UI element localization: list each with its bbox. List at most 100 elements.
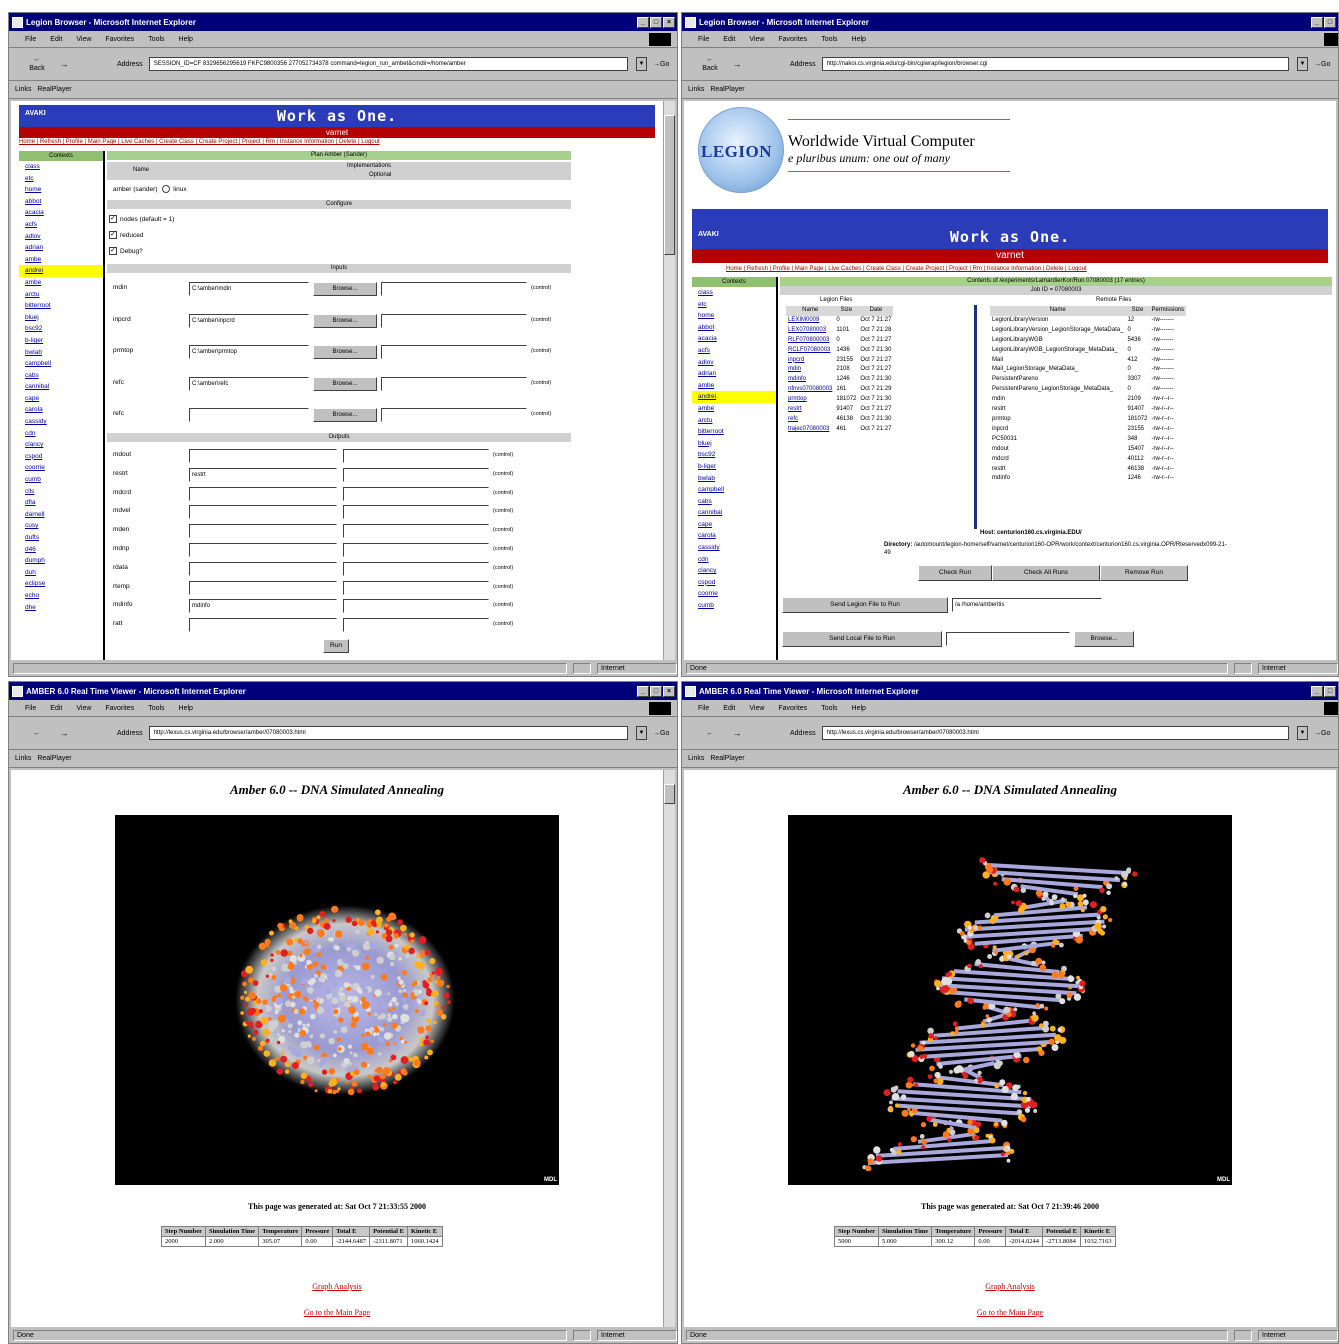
menu-tools[interactable]: Tools	[821, 36, 837, 43]
file-name[interactable]: LEX07080003	[786, 326, 834, 336]
output-remote-field[interactable]	[343, 580, 489, 595]
back-button[interactable]: ← Back	[23, 55, 51, 73]
menu-tools[interactable]: Tools	[148, 705, 164, 712]
sidebar-item[interactable]: carola	[19, 404, 103, 416]
file-name[interactable]: RCLF07080003	[786, 346, 834, 356]
sidebar-item[interactable]: dumph	[19, 555, 103, 567]
sidebar-item[interactable]: ambe	[19, 254, 103, 266]
sidebar-item[interactable]: cassidy	[692, 542, 776, 554]
graph-analysis-link[interactable]: Graph Analysis	[11, 1282, 663, 1291]
nav-links[interactable]: Home | Refresh | Profile | Main Page | L…	[726, 265, 1302, 274]
realplayer-link[interactable]: RealPlayer	[710, 86, 744, 93]
sidebar-item[interactable]: cusy	[19, 520, 103, 532]
check-all-runs-button[interactable]: Check All Runs	[992, 565, 1100, 581]
main-page-link[interactable]: Go to the Main Page	[11, 1308, 663, 1317]
forward-button[interactable]: →	[730, 728, 744, 738]
sidebar-item[interactable]: carola	[692, 530, 776, 542]
sidebar-item[interactable]: cannibal	[692, 507, 776, 519]
vertical-scrollbar[interactable]	[663, 101, 675, 660]
sidebar-item[interactable]: ambe	[19, 277, 103, 289]
linux-radio[interactable]	[162, 185, 171, 194]
sidebar-item[interactable]: cabs	[19, 370, 103, 382]
address-input[interactable]: http://lexus.cs.virginia.edu/browser/amb…	[821, 726, 1289, 740]
go-button[interactable]: →Go	[653, 730, 677, 737]
browse-button[interactable]: Browse...	[1074, 631, 1134, 647]
menu-favorites[interactable]: Favorites	[105, 705, 134, 712]
configure-checkbox[interactable]: ✓	[109, 215, 117, 224]
sidebar-item[interactable]: adlov	[19, 231, 103, 243]
output-path-field[interactable]	[189, 486, 337, 501]
output-remote-field[interactable]	[343, 618, 489, 633]
input-path-field[interactable]: C:\amber\mdin	[189, 282, 309, 296]
output-remote-field[interactable]	[343, 449, 489, 463]
sidebar-item[interactable]: adrian	[692, 368, 776, 380]
sidebar-item[interactable]: bitterroot	[692, 426, 776, 438]
maximize-button[interactable]: □	[1324, 16, 1336, 28]
sidebar-item[interactable]: coorrie	[19, 462, 103, 474]
address-input[interactable]: SESSION_ID=CF 8329656295619 FKFC9800356 …	[148, 57, 628, 71]
menu-edit[interactable]: Edit	[50, 705, 62, 712]
vertical-scrollbar[interactable]	[663, 770, 675, 1327]
sidebar-item[interactable]: clancy	[692, 565, 776, 577]
main-page-link[interactable]: Go to the Main Page	[684, 1308, 1336, 1317]
menu-edit[interactable]: Edit	[723, 36, 735, 43]
sidebar-item[interactable]: b-liger	[692, 461, 776, 473]
input-remote-field[interactable]	[381, 376, 527, 391]
minimize-button[interactable]: _	[1311, 685, 1323, 697]
address-input[interactable]: http://lexus.cs.virginia.edu/browser/amb…	[148, 726, 628, 740]
forward-button[interactable]: →	[57, 59, 71, 69]
address-dropdown[interactable]: ▼	[636, 57, 647, 71]
menu-view[interactable]: View	[76, 705, 91, 712]
sidebar-item[interactable]: clancy	[19, 439, 103, 451]
sidebar-item[interactable]: echo	[19, 590, 103, 602]
sidebar-item[interactable]: acacia	[692, 333, 776, 345]
input-path-field[interactable]	[189, 408, 309, 422]
menu-help[interactable]: Help	[179, 705, 193, 712]
sidebar-item[interactable]: bwlab	[19, 347, 103, 359]
sidebar-item[interactable]: andrei	[692, 391, 776, 403]
go-button[interactable]: →Go	[1314, 61, 1338, 68]
address-dropdown[interactable]: ▼	[636, 726, 647, 740]
minimize-button[interactable]: _	[637, 685, 649, 697]
sidebar-item[interactable]: clls	[19, 486, 103, 498]
close-button[interactable]: ×	[663, 685, 675, 697]
sidebar-item[interactable]: cspod	[19, 451, 103, 463]
sidebar-item[interactable]: cape	[19, 393, 103, 405]
sidebar-item[interactable]: bsc92	[692, 449, 776, 461]
menu-view[interactable]: View	[749, 36, 764, 43]
input-path-field[interactable]: C:\amber\inpcrd	[189, 313, 309, 328]
sidebar-item[interactable]: andrei	[19, 265, 103, 277]
go-button[interactable]: →Go	[653, 61, 677, 68]
menu-view[interactable]: View	[76, 36, 91, 43]
sidebar-item[interactable]: dfla	[19, 497, 103, 509]
sidebar-item[interactable]: cdn	[692, 554, 776, 566]
browse-button[interactable]: Browse...	[313, 282, 377, 296]
output-path-field[interactable]: mdinfo	[189, 599, 337, 614]
scroll-thumb[interactable]	[664, 784, 675, 804]
address-input[interactable]: http://nakoi.cs.virginia.edu/cgi-bin/cgi…	[821, 57, 1289, 71]
close-button[interactable]: ×	[663, 16, 675, 28]
sidebar-item[interactable]: dufts	[19, 532, 103, 544]
menu-edit[interactable]: Edit	[50, 36, 62, 43]
send-local-file-button[interactable]: Send Local File to Run	[782, 631, 942, 647]
sidebar-item[interactable]: ambe	[692, 380, 776, 392]
sidebar-item[interactable]: home	[19, 184, 103, 196]
file-name[interactable]: LEXIM0009	[786, 316, 834, 326]
maximize-button[interactable]: □	[650, 685, 662, 697]
output-remote-field[interactable]	[343, 505, 489, 520]
run-button[interactable]: Run	[323, 639, 349, 653]
file-name[interactable]: refc	[786, 415, 834, 425]
remove-run-button[interactable]: Remove Run	[1100, 565, 1188, 581]
menu-favorites[interactable]: Favorites	[778, 36, 807, 43]
nav-links[interactable]: Home | Refresh | Profile | Main Page | L…	[19, 138, 655, 147]
sidebar-item[interactable]: cabs	[692, 496, 776, 508]
molecule-viewer[interactable]: MDL	[788, 815, 1232, 1185]
sidebar-item[interactable]: campbell	[19, 358, 103, 370]
output-path-field[interactable]	[189, 524, 337, 539]
file-name[interactable]: nfnvs070080003	[786, 385, 834, 395]
molecule-viewer[interactable]: MDL	[115, 815, 559, 1185]
sidebar-item[interactable]: abbot	[19, 196, 103, 208]
address-dropdown[interactable]: ▼	[1297, 57, 1308, 71]
input-path-field[interactable]: C:\amber\prmtop	[189, 345, 309, 359]
menu-edit[interactable]: Edit	[723, 705, 735, 712]
